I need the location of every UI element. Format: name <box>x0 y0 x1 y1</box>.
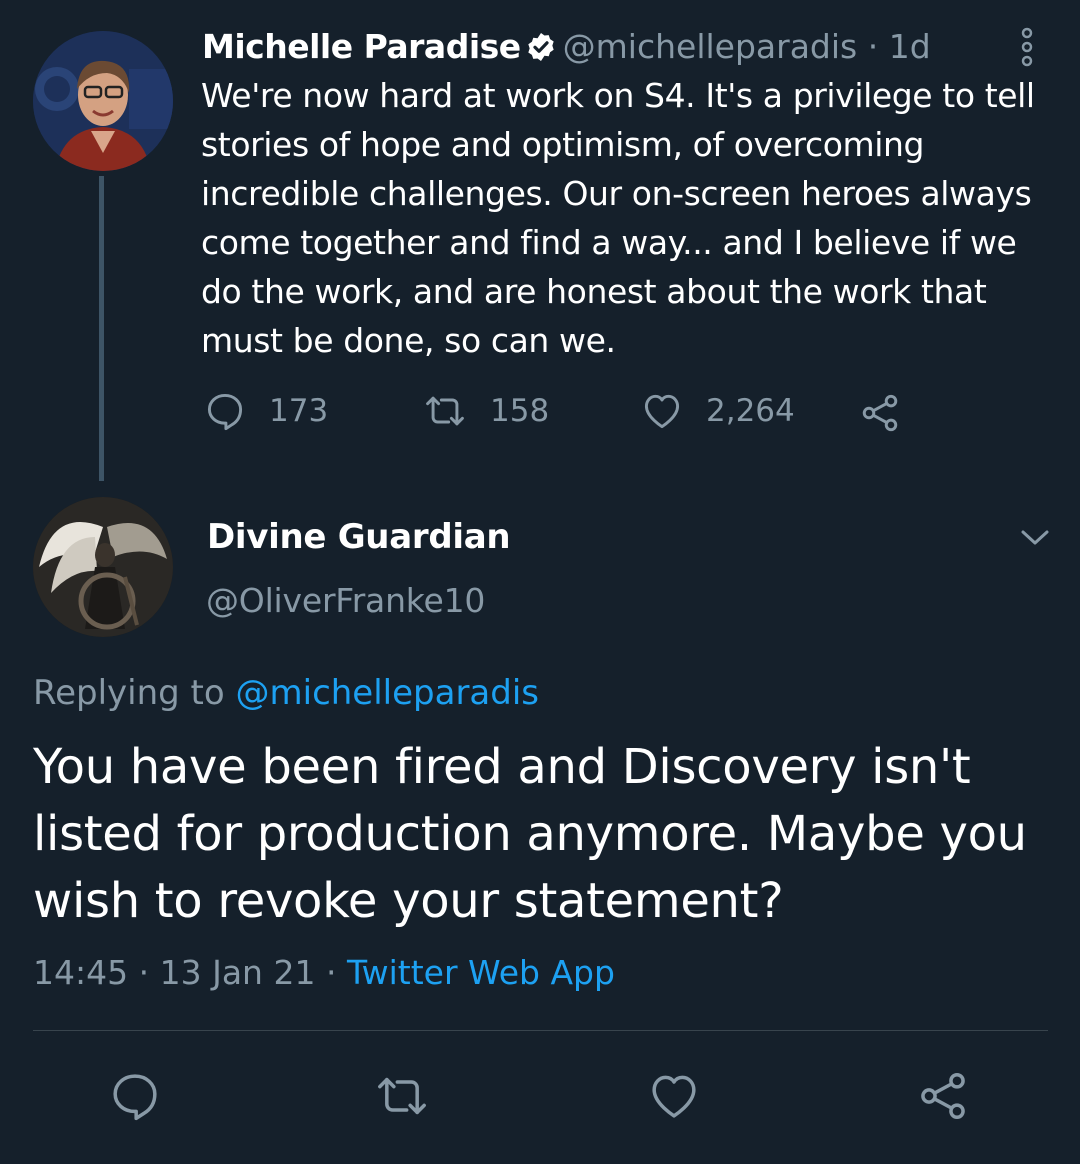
michelle-paradise-avatar[interactable] <box>33 31 173 171</box>
timestamp[interactable]: 1d <box>889 27 931 66</box>
tweet-date: 13 Jan 21 <box>159 953 316 992</box>
reply-author-name[interactable]: Divine Guardian <box>207 517 511 557</box>
reply-count: 173 <box>269 393 329 429</box>
retweet-count: 158 <box>490 393 550 429</box>
tweet-source-link[interactable]: Twitter Web App <box>347 953 615 992</box>
more-icon[interactable] <box>1015 27 1039 67</box>
like-count: 2,264 <box>706 393 795 429</box>
replying-to: Replying to @michelleparadis <box>33 673 539 713</box>
retweet-button[interactable]: 158 <box>422 389 549 433</box>
avatar-photo <box>33 31 173 171</box>
divine-guardian-avatar[interactable] <box>33 497 173 637</box>
like-icon <box>644 394 680 429</box>
chevron-down-icon[interactable] <box>1018 524 1052 552</box>
tweet-text: We're now hard at work on S4. It's a pri… <box>201 76 1035 360</box>
separator: · <box>325 953 337 992</box>
separator: · <box>867 27 879 66</box>
like-button[interactable]: 2,264 <box>640 389 795 433</box>
share-icon[interactable] <box>915 1068 971 1124</box>
reply-button[interactable]: 173 <box>203 389 328 433</box>
replying-handle-link[interactable]: @michelleparadis <box>236 673 540 713</box>
retweet-icon[interactable] <box>374 1068 430 1124</box>
tweet-header: Michelle Paradise @michelleparadis · 1d <box>202 24 931 70</box>
reply-text: You have been fired and Discovery isn't … <box>33 739 1027 929</box>
thread-line <box>99 176 104 481</box>
reply-icon[interactable] <box>107 1068 163 1124</box>
retweet-icon <box>426 396 464 426</box>
replying-prefix: Replying to <box>33 673 225 713</box>
reply-icon <box>207 393 243 431</box>
verified-icon <box>525 29 557 61</box>
reply-author-handle[interactable]: @OliverFranke10 <box>206 581 485 620</box>
tweet-time: 14:45 <box>33 953 129 992</box>
like-icon[interactable] <box>646 1068 702 1124</box>
separator: · <box>138 953 150 992</box>
tweet-meta: 14:45 · 13 Jan 21 · Twitter Web App <box>33 953 615 992</box>
avatar-photo <box>33 497 173 637</box>
share-button[interactable] <box>858 391 924 435</box>
author-handle[interactable]: @michelleparadis <box>563 27 858 66</box>
author-name[interactable]: Michelle Paradise <box>202 27 521 66</box>
share-icon <box>862 394 898 432</box>
divider <box>33 1030 1048 1031</box>
